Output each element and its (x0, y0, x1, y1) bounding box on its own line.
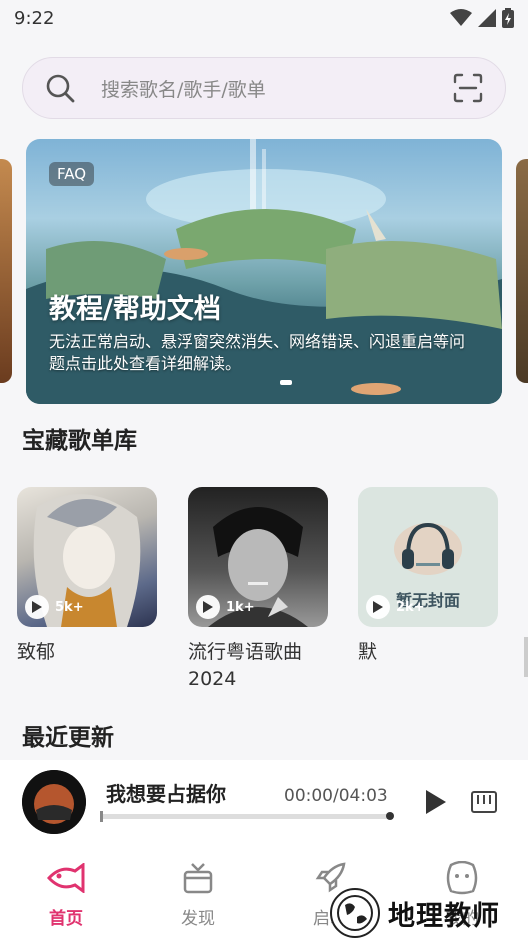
nav-discover[interactable]: 发现 (132, 848, 264, 939)
status-icons (450, 8, 514, 28)
wifi-icon (450, 9, 472, 26)
fish-icon[interactable] (46, 858, 86, 898)
play-count-label: 5k+ (55, 599, 84, 615)
playlist-card[interactable]: 5k+ 致郁 (17, 487, 157, 666)
banner-carousel[interactable]: FAQ 教程/帮助文档 无法正常启动、悬浮窗突然消失、网络错误、闪退重启等问题点… (0, 139, 528, 405)
globe-icon (330, 888, 380, 938)
now-playing-cover[interactable] (22, 770, 86, 834)
play-count[interactable]: 1k+ (196, 595, 255, 619)
play-icon[interactable] (25, 595, 49, 619)
play-count[interactable]: 5k+ (25, 595, 84, 619)
cover-art (22, 770, 86, 834)
song-title: 我想要占据你 (106, 782, 226, 806)
play-count[interactable]: 2k+ (366, 595, 425, 619)
nav-home[interactable]: 首页 (0, 848, 132, 939)
mini-player[interactable]: 我想要占据你 00:00/04:03 (0, 760, 528, 848)
status-bar: 9:22 (0, 0, 528, 36)
playlist-cover[interactable]: 1k+ (188, 487, 328, 627)
gift-box-icon[interactable] (178, 858, 218, 898)
play-icon[interactable] (424, 789, 448, 815)
carousel-indicator (280, 380, 292, 385)
playlist-cover[interactable]: 暂无封面 2k+ (358, 487, 498, 627)
progress-thumb[interactable] (386, 812, 394, 820)
battery-icon (502, 8, 514, 28)
watermark: 地理教师 (330, 888, 500, 938)
playlist-name: 默 (358, 641, 378, 663)
signal-icon (478, 9, 496, 27)
play-count-label: 1k+ (226, 599, 255, 615)
progress-bar[interactable] (100, 811, 394, 822)
section-title-playlists: 宝藏歌单库 (22, 428, 137, 454)
search-icon[interactable] (45, 73, 75, 103)
banner-prev-slide[interactable] (0, 159, 12, 383)
song-time: 00:00/04:03 (284, 786, 388, 806)
status-time: 9:22 (14, 7, 55, 29)
banner-description: 无法正常启动、悬浮窗突然消失、网络错误、闪退重启等问题点击此处查看详细解读。 (49, 332, 466, 373)
nav-label: 首页 (49, 909, 83, 929)
search-input[interactable]: 搜索歌名/歌手/歌单 (101, 75, 453, 102)
progress-start (100, 811, 103, 822)
section-title-recent: 最近更新 (22, 725, 114, 751)
playlist-name: 致郁 (17, 641, 56, 663)
faq-tag: FAQ (49, 162, 95, 186)
playlist-name: 流行粤语歌曲2024 (188, 641, 303, 690)
play-icon[interactable] (196, 595, 220, 619)
play-icon[interactable] (366, 595, 390, 619)
scan-icon[interactable] (453, 73, 483, 103)
playlist-cover[interactable]: 5k+ (17, 487, 157, 627)
banner-title: 教程/帮助文档 (49, 294, 221, 325)
play-count-label: 2k+ (396, 599, 425, 615)
banner-help-docs[interactable]: FAQ 教程/帮助文档 无法正常启动、悬浮窗突然消失、网络错误、闪退重启等问题点… (26, 139, 502, 404)
playlist-card[interactable]: 暂无封面 2k+ 默 (358, 487, 498, 666)
banner-next-slide[interactable] (516, 159, 528, 383)
nav-label: 发现 (181, 909, 215, 929)
playlist-queue-icon[interactable] (471, 791, 497, 813)
playlist-card-peek[interactable] (524, 637, 528, 677)
playlist-row[interactable]: 5k+ 致郁 1k+ 流行粤语歌曲2024 暂无封面 2k+ 默 (0, 487, 528, 702)
watermark-text: 地理教师 (388, 900, 500, 932)
playlist-card[interactable]: 1k+ 流行粤语歌曲2024 (188, 487, 328, 693)
search-bar[interactable]: 搜索歌名/歌手/歌单 (22, 57, 506, 119)
